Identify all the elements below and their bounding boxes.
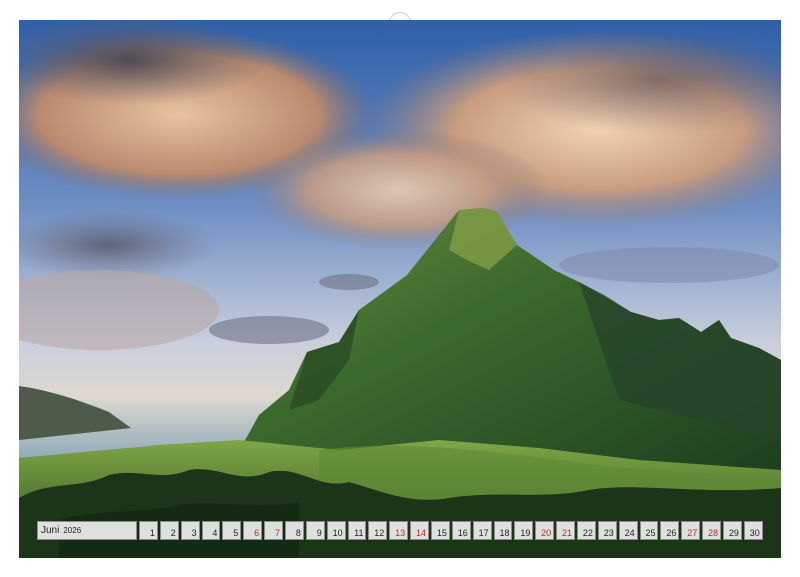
- day-number: 24: [624, 528, 635, 538]
- day-cell: 22: [577, 521, 596, 540]
- day-cell: 1: [139, 521, 158, 540]
- day-cell: 21: [556, 521, 576, 540]
- month-label-cell: Juni 2026: [37, 521, 137, 540]
- day-number: 23: [603, 528, 614, 538]
- day-number: 8: [295, 528, 301, 538]
- day-number: 21: [562, 528, 573, 538]
- day-cell: 10: [326, 521, 346, 540]
- day-number: 25: [645, 528, 656, 538]
- day-cell: 2: [159, 521, 179, 540]
- day-number: 7: [275, 528, 281, 538]
- day-cell: 14: [410, 521, 430, 540]
- day-cell: 29: [723, 521, 742, 540]
- day-cell: 9: [305, 521, 325, 540]
- day-number: 29: [728, 528, 739, 538]
- day-number: 6: [254, 528, 260, 538]
- day-number: 2: [170, 528, 176, 538]
- day-number: 5: [233, 528, 239, 538]
- day-number: 30: [749, 528, 760, 538]
- day-number: 17: [478, 528, 489, 538]
- day-cell: 12: [368, 521, 388, 540]
- day-number: 28: [708, 528, 719, 538]
- month-name: Juni: [41, 525, 60, 536]
- day-cell: 7: [264, 521, 284, 540]
- day-number: 4: [212, 528, 218, 538]
- day-number: 1: [149, 528, 155, 538]
- day-number: 22: [582, 528, 593, 538]
- day-cell: 15: [431, 521, 450, 540]
- day-number: 14: [416, 528, 427, 538]
- day-cell: 27: [681, 521, 701, 540]
- day-number: 16: [457, 528, 468, 538]
- landscape-photo: [19, 20, 781, 558]
- day-cell: 24: [618, 521, 638, 540]
- day-number: 3: [191, 528, 197, 538]
- day-number: 27: [687, 528, 698, 538]
- day-number: 15: [436, 528, 447, 538]
- day-number: 18: [499, 528, 510, 538]
- day-cell: 19: [514, 521, 534, 540]
- day-cell: 4: [201, 521, 221, 540]
- day-number: 9: [316, 528, 322, 538]
- day-cell: 25: [639, 521, 659, 540]
- day-cell: 26: [660, 521, 680, 540]
- calendar-strip: Juni 2026 1 2 3 4 5 6 7 8 9 10 11 12 13 14 15 16 17 18 19 2…: [37, 521, 763, 540]
- day-cell: 6: [243, 521, 263, 540]
- day-number: 11: [354, 528, 364, 538]
- day-cell: 23: [597, 521, 617, 540]
- day-cell: 17: [472, 521, 492, 540]
- day-cell: 20: [535, 521, 555, 540]
- day-number: 19: [520, 528, 531, 538]
- day-cell: 18: [493, 521, 513, 540]
- day-cell: 13: [389, 521, 409, 540]
- day-cell: 16: [451, 521, 471, 540]
- day-cell: 8: [285, 521, 304, 540]
- day-cell: 28: [702, 521, 722, 540]
- day-number: 13: [395, 528, 406, 538]
- day-cell: 11: [347, 521, 367, 540]
- day-cell: 30: [743, 521, 763, 540]
- day-cell: 3: [180, 521, 200, 540]
- year-label: 2026: [63, 526, 82, 535]
- day-number: 10: [332, 528, 343, 538]
- day-number: 26: [666, 528, 677, 538]
- day-number: 12: [374, 528, 385, 538]
- day-cell: 5: [222, 521, 242, 540]
- day-number: 20: [541, 528, 552, 538]
